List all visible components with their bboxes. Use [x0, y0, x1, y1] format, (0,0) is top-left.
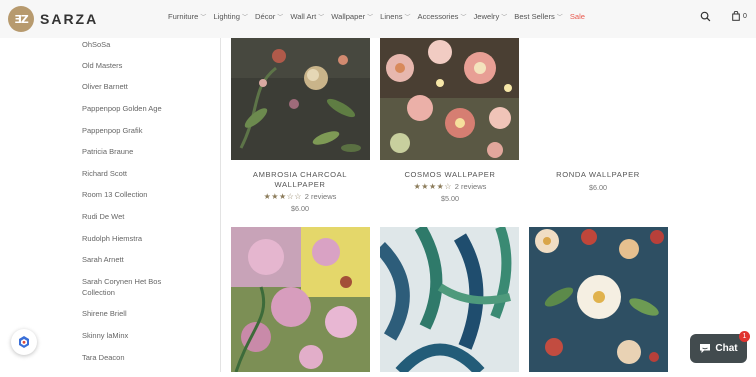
sidebar-item-richard-scott[interactable]: Richard Scott — [82, 168, 192, 179]
sidebar-item-sarah-corynen[interactable]: Sarah Corynen Het Bos Collection — [82, 276, 192, 298]
main-nav: Furniture ﹀ Lighting ﹀ Décor ﹀ Wall Art ﹀ Wallpa… — [168, 12, 592, 21]
star-rating-icon: ★★★☆☆ — [263, 192, 302, 201]
product-title[interactable]: AMBROSIA CHARCOAL WALLPAPER — [245, 170, 355, 190]
widget-icon — [19, 336, 29, 348]
sidebar-item-ohsosa[interactable]: OhSoSa — [82, 39, 192, 50]
review-count[interactable]: 2 reviews — [455, 182, 487, 191]
nav-item-label: Accessories — [417, 12, 459, 21]
chevron-down-icon: ﹀ — [501, 15, 508, 21]
site-header: ƎZ SARZA Furniture ﹀ Lighting ﹀ Décor ﹀ Wall A… — [0, 0, 756, 38]
sidebar-item-tara-deacon[interactable]: Tara Deacon — [82, 352, 192, 363]
nav-item-linens[interactable]: Linens ﹀ — [380, 12, 410, 21]
product-title[interactable]: COSMOS WALLPAPER — [395, 170, 505, 180]
nav-item-accessories[interactable]: Accessories ﹀ — [418, 12, 467, 21]
logo[interactable]: ƎZ SARZA — [8, 6, 98, 32]
product-image-row2-1[interactable] — [231, 227, 370, 373]
chevron-down-icon: ﹀ — [367, 15, 374, 21]
star-rating-icon: ★★★★☆ — [413, 182, 452, 191]
chat-notification-badge: 1 — [739, 331, 750, 342]
review-count[interactable]: 2 reviews — [305, 192, 337, 201]
cart-button[interactable]: 0 — [732, 11, 747, 21]
nav-item-label: Furniture — [168, 12, 199, 21]
product-title[interactable]: RONDA WALLPAPER — [543, 170, 653, 180]
sidebar-item-pappenpop-golden-age[interactable]: Pappenpop Golden Age — [82, 103, 192, 114]
product-rating: ★★★★☆ 2 reviews — [400, 182, 500, 191]
product-rating: ★★★☆☆ 2 reviews — [250, 192, 350, 201]
nav-item-wall-art[interactable]: Wall Art ﹀ — [290, 12, 324, 21]
nav-item-label: Wall Art — [290, 12, 317, 21]
nav-item-furniture[interactable]: Furniture ﹀ — [168, 12, 206, 21]
nav-item-label: Jewelry — [473, 12, 500, 21]
chevron-down-icon: ﹀ — [200, 15, 207, 21]
product-price: $6.00 — [589, 183, 607, 192]
logo-text: SARZA — [40, 11, 99, 27]
chevron-down-icon: ﹀ — [277, 15, 284, 21]
chevron-down-icon: ﹀ — [318, 15, 325, 21]
chat-label: Chat — [715, 343, 738, 354]
sidebar-item-pappenpop-grafik[interactable]: Pappenpop Grafik — [82, 125, 192, 136]
nav-item-jewelry[interactable]: Jewelry ﹀ — [474, 12, 508, 21]
bag-icon — [732, 11, 740, 21]
product-image-cosmos[interactable] — [380, 38, 519, 160]
nav-item-label: Lighting — [213, 12, 241, 21]
nav-item-d-cor[interactable]: Décor ﹀ — [255, 12, 283, 21]
nav-item-label: Best Sellers — [514, 12, 555, 21]
chat-bubble-icon — [700, 344, 711, 353]
sidebar-item-rudi-de-wet[interactable]: Rudi De Wet — [82, 211, 192, 222]
nav-item-lighting[interactable]: Lighting ﹀ — [213, 12, 248, 21]
product-price: $5.00 — [441, 194, 459, 203]
chevron-down-icon: ﹀ — [242, 15, 249, 21]
nav-item-wallpaper[interactable]: Wallpaper ﹀ — [331, 12, 373, 21]
sidebar-item-sarah-arnett[interactable]: Sarah Arnett — [82, 254, 192, 265]
sidebar-item-oliver-barnett[interactable]: Oliver Barnett — [82, 81, 192, 92]
sidebar-item-skinny-laminx[interactable]: Skinny laMinx — [82, 330, 192, 341]
sidebar-item-room-13-collection[interactable]: Room 13 Collection — [82, 189, 192, 200]
nav-item-label: Wallpaper — [331, 12, 366, 21]
sidebar-item-rudolph-hiemstra[interactable]: Rudolph Hiemstra — [82, 233, 192, 244]
nav-item-label: Sale — [569, 12, 586, 21]
product-image-row2-3[interactable] — [529, 227, 668, 372]
chevron-down-icon: ﹀ — [404, 15, 411, 21]
sidebar-item-old-masters[interactable]: Old Masters — [82, 60, 192, 71]
logo-badge: ƎZ — [8, 6, 34, 32]
product-price: $6.00 — [291, 204, 309, 213]
sidebar-item-patricia-braune[interactable]: Patricia Braune — [82, 146, 192, 157]
nav-item-sale[interactable]: Sale — [570, 12, 585, 21]
nav-item-label: Linens — [380, 12, 403, 21]
cart-count: 0 — [743, 12, 747, 20]
sidebar-item-shirene-briell[interactable]: Shirene Briell — [82, 308, 192, 319]
product-image-ambrosia[interactable] — [231, 38, 370, 160]
nav-item-best-sellers[interactable]: Best Sellers ﹀ — [514, 12, 563, 21]
product-image-row2-2[interactable] — [374, 223, 519, 377]
vendor-sidebar: OhSoSa Old Masters Oliver Barnett Pappen… — [0, 38, 221, 372]
chevron-down-icon: ﹀ — [556, 15, 563, 21]
search-icon[interactable] — [700, 11, 711, 25]
chevron-down-icon: ﹀ — [460, 15, 467, 21]
nav-item-label: Décor — [255, 12, 276, 21]
accessibility-widget-button[interactable] — [11, 329, 37, 355]
